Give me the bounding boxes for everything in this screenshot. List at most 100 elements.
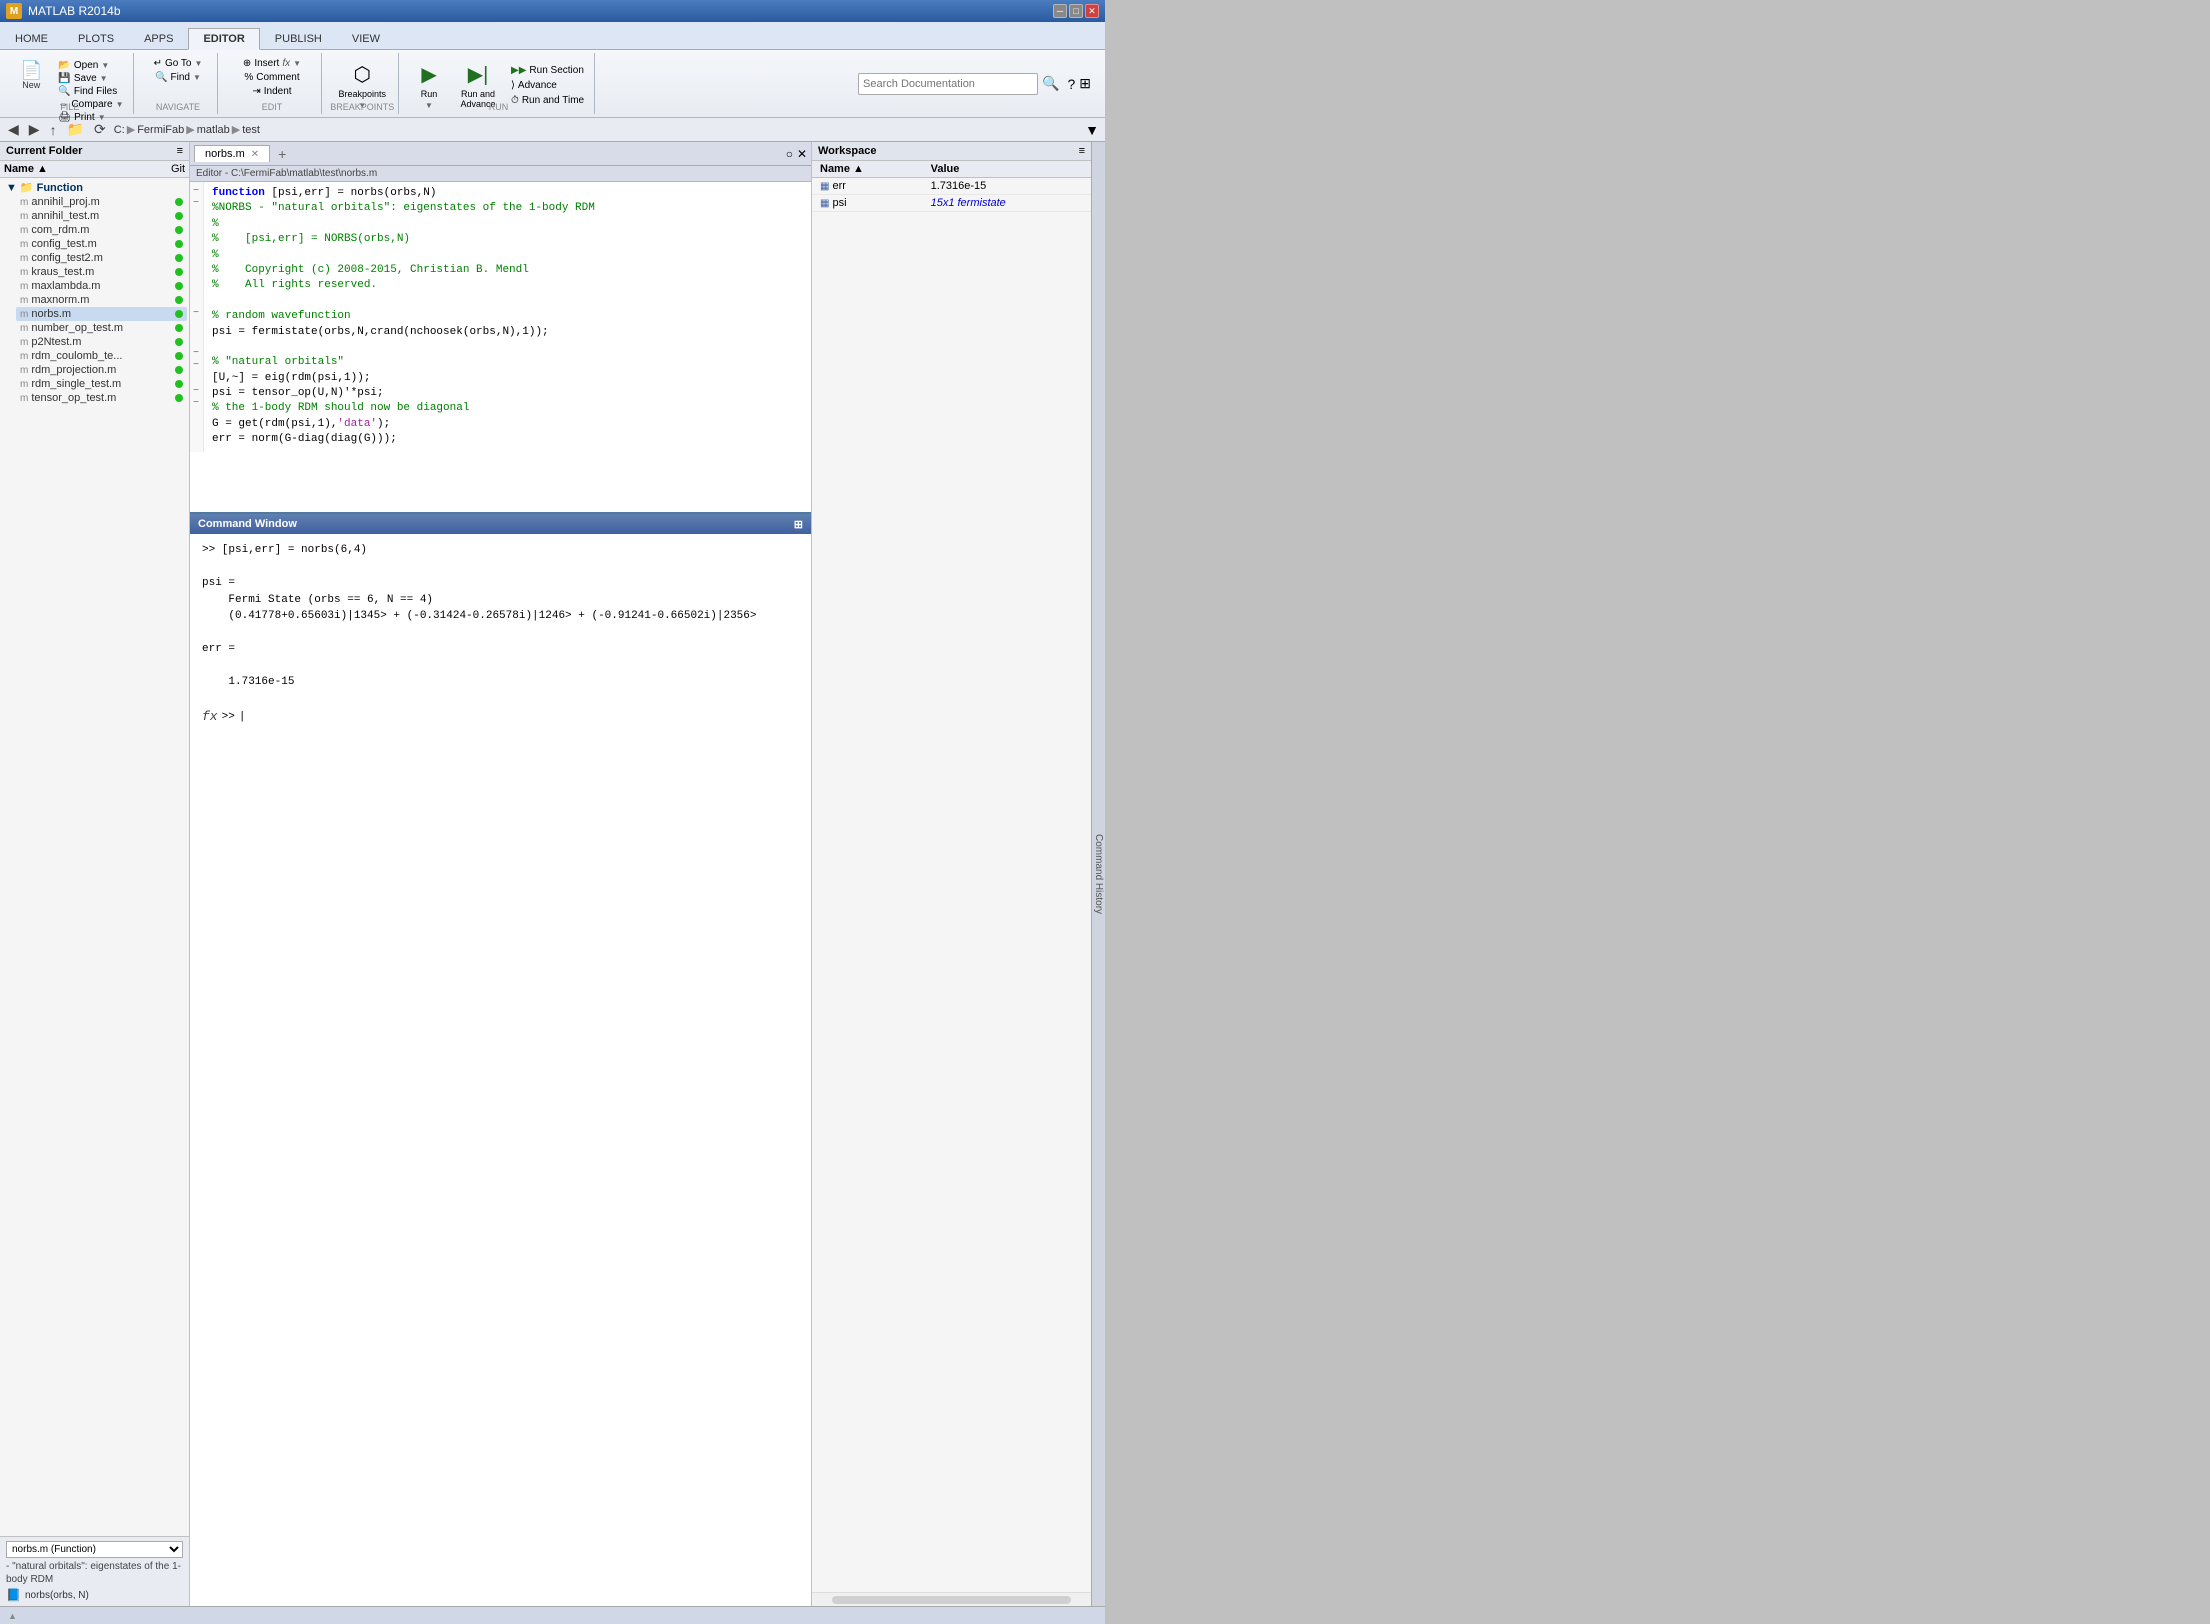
git-status-dot: [175, 310, 183, 318]
search-input[interactable]: [858, 73, 1038, 95]
command-window-header: Command Window ⊞: [190, 514, 811, 534]
close-button[interactable]: ✕: [1085, 4, 1099, 18]
help-icon[interactable]: ?: [1067, 76, 1075, 92]
col-name: Name ▲: [4, 163, 48, 175]
tab-apps[interactable]: APPS: [129, 28, 188, 49]
indent-button[interactable]: ⇥ Indent: [248, 85, 295, 98]
fold-btn-14[interactable]: −: [190, 360, 202, 372]
find-files-icon: 🔍: [58, 86, 70, 97]
toolbar: 📄 New 📂 Open ▼ 💾 Save ▼ 🔍 Find: [0, 50, 1105, 118]
print-dropdown[interactable]: ▼: [98, 113, 106, 122]
file-tensor-op-test[interactable]: m tensor_op_test.m: [16, 391, 187, 405]
sidebar-tree: ▼ 📁 Function m annihil_proj.m m annihil_…: [0, 178, 189, 1536]
editor-tab-norbs[interactable]: norbs.m ✕: [194, 145, 270, 162]
cmd-line-10: [202, 691, 799, 708]
search-icon[interactable]: 🔍: [1042, 75, 1059, 92]
find-button[interactable]: 🔍 Find ▼: [151, 71, 205, 84]
file-annihil-test[interactable]: m annihil_test.m: [16, 209, 187, 223]
git-status-dot: [175, 268, 183, 276]
add-tab-button[interactable]: +: [270, 144, 294, 164]
fold-btn-17[interactable]: −: [190, 398, 202, 410]
file-p2ntest[interactable]: m p2Ntest.m: [16, 335, 187, 349]
function-select[interactable]: norbs.m (Function): [6, 1541, 183, 1558]
file-annihil-proj[interactable]: m annihil_proj.m: [16, 195, 187, 209]
file-rdm-single-test[interactable]: m rdm_single_test.m: [16, 377, 187, 391]
file-maxlambda[interactable]: m maxlambda.m: [16, 279, 187, 293]
menu-tabs: HOME PLOTS APPS EDITOR PUBLISH VIEW: [0, 22, 1105, 50]
cmd-header-icon[interactable]: ⊞: [794, 518, 803, 531]
var-psi-link[interactable]: 15x1 fermistate: [931, 197, 1006, 209]
file-config-test2[interactable]: m config_test2.m: [16, 251, 187, 265]
goto-icon: ↵: [154, 58, 162, 69]
tab-plots[interactable]: PLOTS: [63, 28, 129, 49]
code-line-12: % "natural orbitals": [212, 355, 803, 370]
path-matlab[interactable]: matlab: [197, 124, 230, 136]
editor-area: norbs.m ✕ + ○ ✕ Editor - C:\FermiFab\mat…: [190, 142, 811, 1606]
tab-view[interactable]: VIEW: [337, 28, 395, 49]
path-expand-icon[interactable]: ▼: [1085, 122, 1099, 138]
path-c[interactable]: C:: [114, 124, 125, 136]
workspace-row-psi[interactable]: ▦ psi 15x1 fermistate: [812, 195, 1091, 212]
tab-editor[interactable]: EDITOR: [188, 28, 259, 50]
command-history-panel[interactable]: Command History: [1091, 142, 1105, 1606]
workspace-hscroll[interactable]: [812, 1592, 1091, 1606]
open-dropdown[interactable]: ▼: [101, 61, 109, 70]
find-files-button[interactable]: 🔍 Find Files: [54, 85, 127, 98]
expand-icon[interactable]: ⊞: [1079, 75, 1091, 92]
path-fermifab[interactable]: FermiFab: [137, 124, 184, 136]
path-test[interactable]: test: [242, 124, 260, 136]
editor-content[interactable]: − − − − − − −: [190, 182, 811, 512]
editor-tab-bar: norbs.m ✕ + ○ ✕: [190, 142, 811, 166]
run-section-button[interactable]: ▶▶ Run Section: [507, 64, 588, 77]
save-button[interactable]: 💾 Save ▼: [54, 72, 127, 85]
comment-button[interactable]: % Comment: [240, 71, 303, 84]
workspace-row-err[interactable]: ▦ err 1.7316e-15: [812, 178, 1091, 195]
git-status-dot: [175, 366, 183, 374]
save-dropdown[interactable]: ▼: [100, 74, 108, 83]
cmd-header-title: Command Window: [198, 518, 297, 530]
maximize-button[interactable]: □: [1069, 4, 1083, 18]
hscroll-thumb: [832, 1596, 1071, 1604]
workspace-col-value[interactable]: Value: [923, 161, 1091, 178]
editor-close-icon[interactable]: ✕: [797, 147, 807, 161]
file-name: annihil_test.m: [31, 210, 99, 222]
workspace-scroll[interactable]: Name ▲ Value ▦ err 1.7316e-15 ▦: [812, 161, 1091, 1592]
file-com-rdm[interactable]: m com_rdm.m: [16, 223, 187, 237]
command-window-content[interactable]: >> [psi,err] = norbs(6,4) psi = Fermi St…: [190, 534, 811, 774]
find-label: Find: [171, 72, 190, 83]
toolbar-run-section: ▶ Run ▼ ▶| Run andAdvance ▶▶ Run Section…: [403, 53, 595, 114]
run-section-label: RUN: [403, 102, 594, 112]
file-maxnorm[interactable]: m maxnorm.m: [16, 293, 187, 307]
run-section-icon: ▶▶: [511, 65, 526, 76]
tab-publish[interactable]: PUBLISH: [260, 28, 337, 49]
sidebar-menu-icon[interactable]: ≡: [177, 145, 183, 157]
file-rdm-projection[interactable]: m rdm_projection.m: [16, 363, 187, 377]
minimize-button[interactable]: ─: [1053, 4, 1067, 18]
print-button[interactable]: 🖨 Print ▼: [54, 111, 127, 124]
print-icon: 🖨: [58, 112, 71, 123]
file-norbs[interactable]: m norbs.m: [16, 307, 187, 321]
file-rdm-coulomb[interactable]: m rdm_coulomb_te...: [16, 349, 187, 363]
new-label: New: [22, 81, 40, 91]
cmd-line-6: [202, 625, 799, 642]
tab-home[interactable]: HOME: [0, 28, 63, 49]
tab-close-icon[interactable]: ✕: [251, 149, 259, 160]
folder-function[interactable]: ▼ 📁 Function: [2, 180, 187, 195]
workspace-menu-icon[interactable]: ≡: [1079, 145, 1085, 157]
file-list: m annihil_proj.m m annihil_test.m m com_…: [2, 195, 187, 405]
fold-btn-10[interactable]: −: [190, 308, 202, 320]
advance-label: Advance: [518, 80, 557, 91]
file-kraus-test[interactable]: m kraus_test.m: [16, 265, 187, 279]
fold-btn-2[interactable]: −: [190, 198, 202, 210]
cmd-line-7: err =: [202, 641, 799, 658]
advance-button[interactable]: ⟩ Advance: [507, 79, 588, 92]
goto-button[interactable]: ↵ Go To ▼: [150, 57, 207, 70]
editor-minimize-icon[interactable]: ○: [786, 147, 793, 161]
insert-button[interactable]: ⊕ Insert fx ▼: [239, 57, 305, 70]
new-button[interactable]: 📄 New: [12, 57, 50, 95]
var-err-icon: ▦: [820, 181, 829, 192]
open-button[interactable]: 📂 Open ▼: [54, 59, 127, 72]
file-config-test[interactable]: m config_test.m: [16, 237, 187, 251]
file-number-op-test[interactable]: m number_op_test.m: [16, 321, 187, 335]
workspace-col-name[interactable]: Name ▲: [812, 161, 923, 178]
